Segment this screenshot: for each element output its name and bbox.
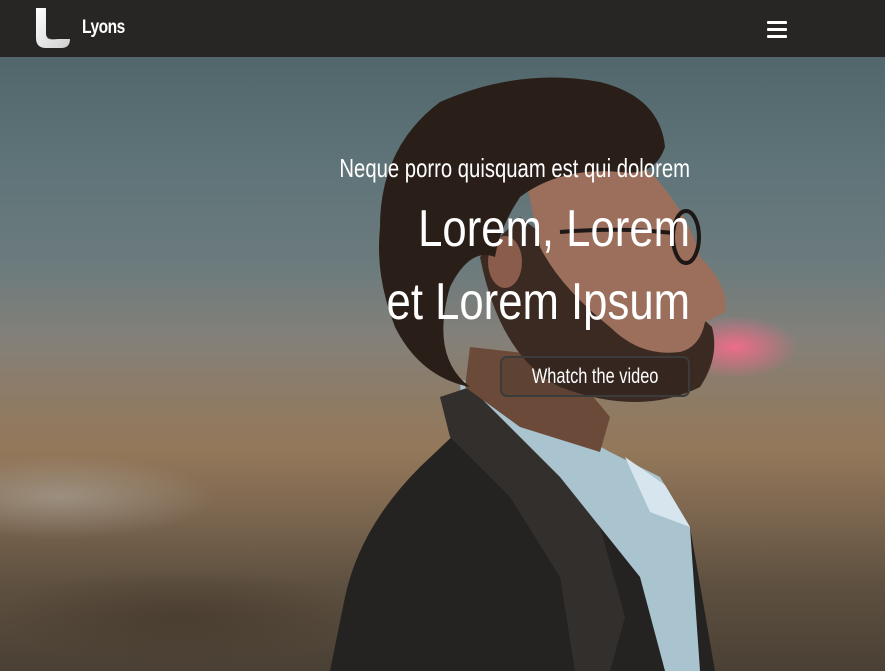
- brand-link[interactable]: Lyons: [34, 8, 134, 48]
- hamburger-menu-icon: [767, 21, 787, 24]
- hero-text-block: Neque porro quisquam est qui dolorem Lor…: [230, 153, 690, 339]
- hero-title-line-2: et Lorem Ipsum: [386, 273, 690, 331]
- brand-name: Lyons: [82, 17, 125, 38]
- hero-title: Lorem, Lorem et Lorem Ipsum: [304, 193, 690, 339]
- hero-portrait-image: [330, 77, 726, 671]
- hero-kicker: Neque porro quisquam est qui dolorem: [339, 153, 690, 183]
- landing-page: Lyons Neque porro quisquam est qui dolor…: [0, 0, 885, 671]
- hero-section: Neque porro quisquam est qui dolorem Lor…: [0, 57, 885, 671]
- menu-toggle-button[interactable]: [764, 17, 790, 41]
- watch-video-button-label: Whatch the video: [531, 364, 659, 388]
- hamburger-menu-icon-bar: [767, 35, 787, 38]
- top-navbar: Lyons: [0, 0, 885, 57]
- watch-video-button[interactable]: Whatch the video: [500, 356, 690, 397]
- lyons-l-logo-icon: [36, 8, 70, 48]
- hamburger-menu-icon-bar: [767, 28, 787, 31]
- hero-title-line-1: Lorem, Lorem: [418, 200, 690, 258]
